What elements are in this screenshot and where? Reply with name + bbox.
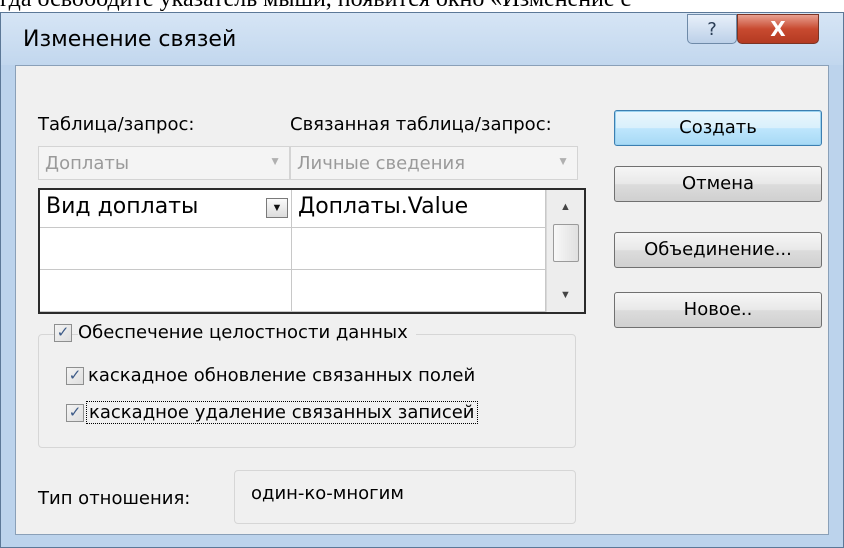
create-new-button[interactable]: Новое.. — [614, 292, 822, 328]
edit-relationships-dialog: Изменение связей ? X Таблица/запрос: Свя… — [0, 12, 844, 548]
table-query-label: Таблица/запрос: — [38, 114, 195, 135]
related-table-value: Личные сведения — [297, 153, 466, 174]
related-table-label: Связанная таблица/запрос: — [290, 114, 552, 135]
create-button[interactable]: Создать — [614, 110, 822, 146]
grid-scrollbar[interactable]: ▲ ▼ — [546, 190, 584, 312]
relation-type-label: Тип отношения: — [38, 488, 191, 509]
dialog-title: Изменение связей — [23, 27, 237, 52]
grid-cell-right[interactable]: Доплаты.Value — [292, 190, 546, 228]
right-field-value: Доплаты.Value — [298, 194, 469, 219]
grid-cell-right[interactable] — [292, 228, 546, 270]
dialog-body: Таблица/запрос: Связанная таблица/запрос… — [15, 65, 829, 535]
related-table-select[interactable]: Личные сведения ▼ — [290, 146, 578, 180]
close-button[interactable]: X — [737, 14, 819, 44]
join-type-button[interactable]: Объединение... — [614, 232, 822, 268]
grid-cell-right[interactable] — [292, 270, 546, 312]
table-query-select[interactable]: Доплаты ▼ — [38, 146, 290, 180]
cascade-delete-checkbox[interactable]: ✓ — [66, 404, 84, 422]
integrity-checkbox[interactable]: ✓ — [54, 324, 72, 342]
integrity-label[interactable]: Обеспечение целостности данных — [78, 322, 416, 343]
integrity-options-group — [38, 334, 576, 448]
help-button[interactable]: ? — [687, 14, 737, 44]
title-bar[interactable]: Изменение связей ? X — [1, 13, 843, 65]
scroll-thumb[interactable] — [553, 224, 579, 262]
cancel-button[interactable]: Отмена — [614, 166, 822, 202]
relation-type-value: один-ко-многим — [251, 483, 404, 504]
document-text-behind: гда освободите указатель мыши, появится … — [0, 0, 844, 12]
field-dropdown-button[interactable]: ▼ — [266, 198, 288, 218]
cascade-update-label[interactable]: каскадное обновление связанных полей — [88, 365, 475, 386]
scroll-down-icon[interactable]: ▼ — [547, 282, 584, 308]
relation-type-box: один-ко-многим — [234, 470, 576, 524]
grid-cell-left[interactable] — [40, 228, 292, 270]
left-field-value: Вид доплаты — [46, 194, 199, 219]
scroll-up-icon[interactable]: ▲ — [547, 194, 584, 220]
chevron-down-icon: ▼ — [557, 154, 569, 168]
chevron-down-icon: ▼ — [269, 154, 281, 168]
field-mapping-grid: Вид доплаты ▼ Доплаты.Value ▲ ▼ — [38, 188, 586, 314]
grid-cell-left[interactable] — [40, 270, 292, 312]
cascade-delete-label[interactable]: каскадное удаление связанных записей — [86, 401, 478, 424]
cascade-update-checkbox[interactable]: ✓ — [66, 367, 84, 385]
grid-cell-left[interactable]: Вид доплаты ▼ — [40, 190, 292, 228]
table-query-value: Доплаты — [45, 153, 130, 174]
